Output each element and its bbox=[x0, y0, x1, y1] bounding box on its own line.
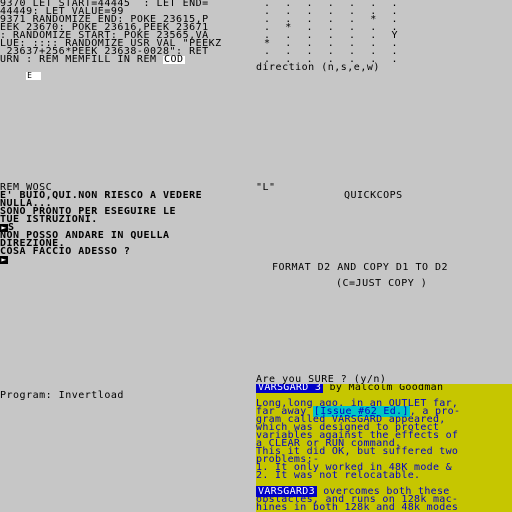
article-byline: by Malcolm Goodman bbox=[329, 384, 444, 393]
adventure-prompt-line[interactable]: ► bbox=[0, 256, 8, 264]
adventure-line-4: TUE ISTRUZIONI. bbox=[0, 214, 98, 225]
format-hint: (C=JUST COPY ) bbox=[336, 278, 428, 289]
program-line: Program: Invertload bbox=[0, 390, 124, 401]
prompt-chevron-icon: ► bbox=[0, 255, 8, 264]
edit-cursor-line[interactable]: E bbox=[0, 64, 42, 80]
article-line-10: 2. It was not relocatable. bbox=[256, 470, 421, 481]
article-title-row: VARSGARD 3 by Malcolm Goodman bbox=[256, 384, 444, 393]
spectrum-screen: 9370 LET START=44445 : LET END= 44449: L… bbox=[0, 0, 512, 512]
format-line: FORMAT D2 AND COPY D1 TO D2 bbox=[272, 262, 449, 273]
article-line-13: hines in both 128k and 48k modes bbox=[256, 502, 459, 512]
map-dot-grid: . . . . . . . . . . . . . . . . . . . * … bbox=[264, 0, 397, 65]
basic-line-8: URN : REM MEMFILL IN REM COD bbox=[0, 54, 185, 65]
quickcops-label: QUICKCOPS bbox=[344, 190, 403, 201]
edit-cursor[interactable]: E bbox=[26, 72, 42, 80]
article-title-tag: VARSGARD 3 bbox=[256, 384, 324, 393]
quote-l: "L" bbox=[256, 182, 276, 193]
direction-prompt: direction (n,s,e,w) bbox=[256, 62, 380, 73]
adventure-line-8: COSA FACCIO ADESSO ? bbox=[0, 246, 131, 257]
sure-prompt[interactable]: Are you SURE ? (y/n) bbox=[256, 375, 386, 385]
cod-label: COD bbox=[163, 54, 185, 65]
article-panel: VARSGARD 3 by Malcolm Goodman Long,long … bbox=[256, 384, 512, 512]
